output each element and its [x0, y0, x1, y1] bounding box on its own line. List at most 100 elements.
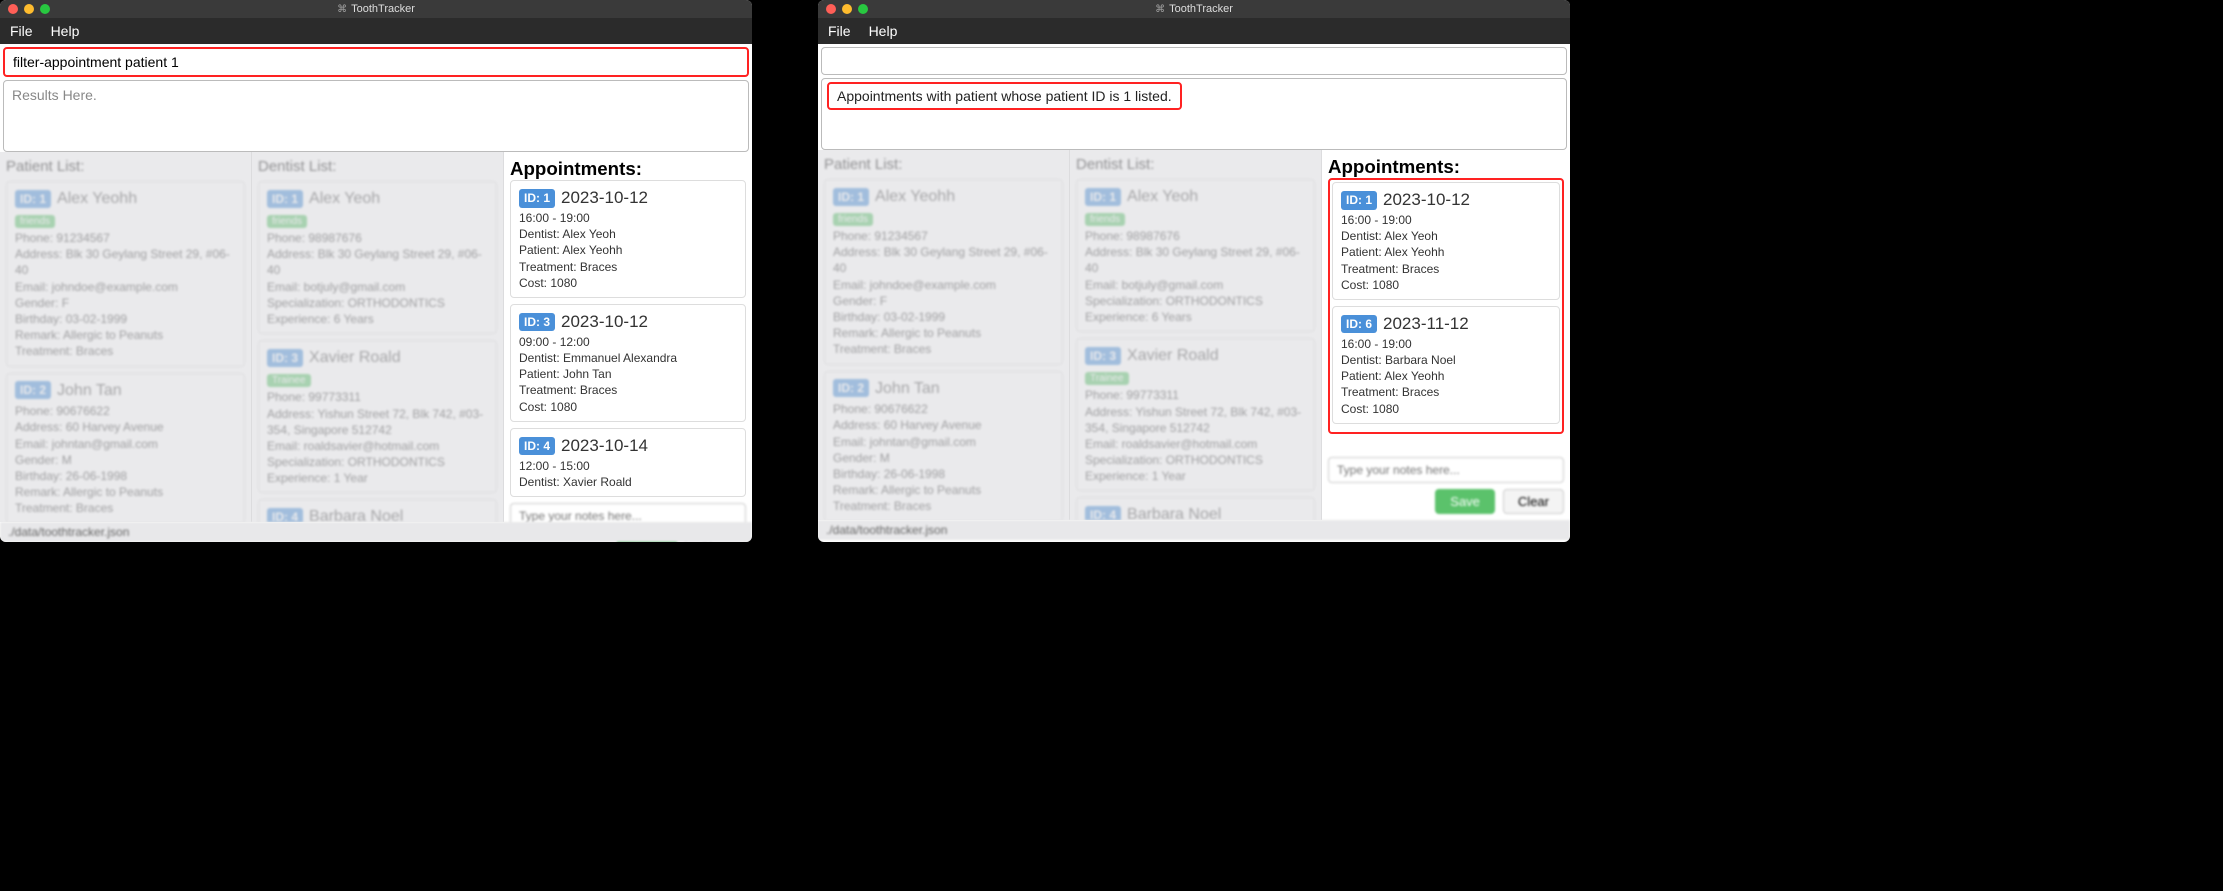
appointment-detail-line: Patient: John Tan: [519, 366, 737, 382]
save-button[interactable]: Save: [1435, 489, 1495, 514]
appointment-card[interactable]: ID: 42023-10-1412:00 - 15:00Dentist: Xav…: [510, 428, 746, 497]
command-input[interactable]: [3, 47, 749, 77]
patient-detail-line: Birthday: 26-06-1998: [15, 468, 236, 484]
traffic-lights: [8, 4, 50, 14]
appointment-detail-line: 16:00 - 19:00: [519, 210, 737, 226]
patient-detail-line: Birthday: 26-06-1998: [833, 466, 1054, 482]
patient-detail-line: Phone: 90676622: [833, 401, 1054, 417]
titlebar: ToothTracker: [818, 0, 1570, 18]
tag-chip: friends: [15, 215, 55, 229]
patient-list-column: Patient List:ID: 1Alex YeohhfriendsPhone…: [0, 152, 252, 522]
result-box: Results Here.: [3, 80, 749, 152]
dentist-name: Barbara Noel: [1127, 504, 1221, 520]
appointment-card[interactable]: ID: 12023-10-1216:00 - 19:00Dentist: Ale…: [510, 180, 746, 298]
patient-card[interactable]: ID: 1Alex YeohhfriendsPhone: 91234567Add…: [6, 181, 245, 367]
clear-button[interactable]: Clear: [1503, 489, 1564, 514]
appointment-detail-line: 09:00 - 12:00: [519, 334, 737, 350]
appointment-detail-line: Cost: 1080: [1341, 401, 1551, 417]
patient-detail-line: Address: 60 Harvey Avenue: [833, 417, 1054, 433]
dentists-heading: Dentist List:: [258, 158, 497, 175]
menu-help[interactable]: Help: [869, 23, 898, 39]
app-title: ToothTracker: [818, 3, 1570, 15]
patient-detail-line: Email: johntan@gmail.com: [833, 434, 1054, 450]
appointment-detail-line: Patient: Alex Yeohh: [1341, 244, 1551, 260]
dentist-name: Barbara Noel: [309, 506, 403, 522]
maximize-icon[interactable]: [858, 4, 868, 14]
status-bar: ./data/toothtracker.json: [0, 522, 752, 542]
patient-card[interactable]: ID: 1Alex YeohhfriendsPhone: 91234567Add…: [824, 179, 1063, 365]
id-chip: ID: 1: [833, 188, 869, 206]
appointment-card[interactable]: ID: 12023-10-1216:00 - 19:00Dentist: Ale…: [1332, 182, 1560, 300]
patient-detail-line: Gender: F: [833, 293, 1054, 309]
titlebar: ToothTracker: [0, 0, 752, 18]
appointment-detail-line: Cost: 1080: [519, 275, 737, 291]
patient-name: Alex Yeohh: [57, 188, 137, 210]
app-title: ToothTracker: [0, 3, 752, 15]
id-chip: ID: 6: [1341, 315, 1377, 333]
patient-detail-line: Treatment: Braces: [833, 498, 1054, 514]
appointment-date: 2023-10-14: [561, 435, 648, 458]
patient-detail-line: Phone: 91234567: [15, 230, 236, 246]
patient-detail-line: Email: johndoe@example.com: [15, 279, 236, 295]
patient-detail-line: Treatment: Braces: [15, 500, 236, 516]
appointment-date: 2023-10-12: [1383, 189, 1470, 212]
dentist-detail-line: Specialization: ORTHODONTICS: [267, 295, 488, 311]
patient-list-column: Patient List:ID: 1Alex YeohhfriendsPhone…: [818, 150, 1070, 520]
appointment-detail-line: Patient: Alex Yeohh: [1341, 368, 1551, 384]
dentist-detail-line: Experience: 6 Years: [267, 311, 488, 327]
appointments-column: Appointments: ID: 12023-10-1216:00 - 19:0…: [1322, 150, 1570, 520]
traffic-lights: [826, 4, 868, 14]
menubar: File Help: [818, 18, 1570, 44]
patient-detail-line: Phone: 91234567: [833, 228, 1054, 244]
dentist-card[interactable]: ID: 1Alex YeohfriendsPhone: 98987676Addr…: [258, 181, 497, 334]
close-icon[interactable]: [826, 4, 836, 14]
tag-chip: friends: [833, 213, 873, 227]
main-body: Patient List:ID: 1Alex YeohhfriendsPhone…: [818, 150, 1570, 520]
dentist-detail-line: Phone: 99773311: [1085, 387, 1306, 403]
notes-input[interactable]: [1328, 457, 1564, 483]
patient-detail-line: Email: johndoe@example.com: [833, 277, 1054, 293]
patient-name: John Tan: [875, 378, 940, 400]
dentist-card[interactable]: ID: 1Alex YeohfriendsPhone: 98987676Addr…: [1076, 179, 1315, 332]
command-input[interactable]: [821, 47, 1567, 75]
appointment-detail-line: 16:00 - 19:00: [1341, 336, 1551, 352]
appointment-card[interactable]: ID: 6 2023-11-1216:00 - 19:00Dentist: Bar…: [1332, 306, 1560, 424]
patient-detail-line: Gender: M: [15, 452, 236, 468]
maximize-icon[interactable]: [40, 4, 50, 14]
dentist-card[interactable]: ID: 3Xavier RoaldTraineePhone: 99773311A…: [258, 340, 497, 493]
menu-file[interactable]: File: [828, 23, 851, 39]
dentist-detail-line: Email: botjuly@gmail.com: [267, 279, 488, 295]
appointment-detail-line: Treatment: Braces: [1341, 384, 1551, 400]
menu-help[interactable]: Help: [51, 23, 80, 39]
dentist-detail-line: Phone: 98987676: [267, 230, 488, 246]
dentist-card[interactable]: ID: 4Barbara NoelPhone: 93349795Address:…: [258, 499, 497, 522]
dentist-detail-line: Specialization: ORTHODONTICS: [1085, 452, 1306, 468]
patient-name: Alex Yeohh: [875, 186, 955, 208]
tag-chip: friends: [267, 215, 307, 229]
dentist-detail-line: Experience: 1 Year: [267, 470, 488, 486]
minimize-icon[interactable]: [24, 4, 34, 14]
dentist-card[interactable]: ID: 3Xavier RoaldTraineePhone: 99773311A…: [1076, 338, 1315, 491]
dentist-name: Alex Yeoh: [1127, 186, 1198, 208]
result-text: Appointments with patient whose patient …: [827, 82, 1182, 110]
patient-detail-line: Remark: Allergic to Peanuts: [833, 482, 1054, 498]
dentist-detail-line: Phone: 99773311: [267, 389, 488, 405]
close-icon[interactable]: [8, 4, 18, 14]
dentist-detail-line: Address: Yishun Street 72, Blk 742, #03-…: [1085, 404, 1306, 436]
id-chip: ID: 4: [519, 437, 555, 455]
dentist-detail-line: Email: roaldsavier@hotmail.com: [1085, 436, 1306, 452]
appointment-detail-line: Dentist: Barbara Noel: [1341, 352, 1551, 368]
patient-card[interactable]: ID: 2John TanPhone: 90676622Address: 60 …: [6, 373, 245, 522]
appointment-card[interactable]: ID: 32023-10-1209:00 - 12:00Dentist: Emm…: [510, 304, 746, 422]
status-bar: ./data/toothtracker.json: [818, 520, 1570, 540]
appointment-detail-line: Dentist: Alex Yeoh: [1341, 228, 1551, 244]
appointments-heading: Appointments:: [1328, 156, 1564, 178]
patient-detail-line: Phone: 90676622: [15, 403, 236, 419]
dentist-name: Alex Yeoh: [309, 188, 380, 210]
appointment-date: 2023-11-12: [1383, 313, 1469, 336]
patient-card[interactable]: ID: 2John TanPhone: 90676622Address: 60 …: [824, 371, 1063, 520]
minimize-icon[interactable]: [842, 4, 852, 14]
dentist-card[interactable]: ID: 4Barbara NoelPhone: 93349795Address:…: [1076, 497, 1315, 520]
appointments-list: ID: 12023-10-1216:00 - 19:00Dentist: Ale…: [510, 180, 746, 503]
menu-file[interactable]: File: [10, 23, 33, 39]
